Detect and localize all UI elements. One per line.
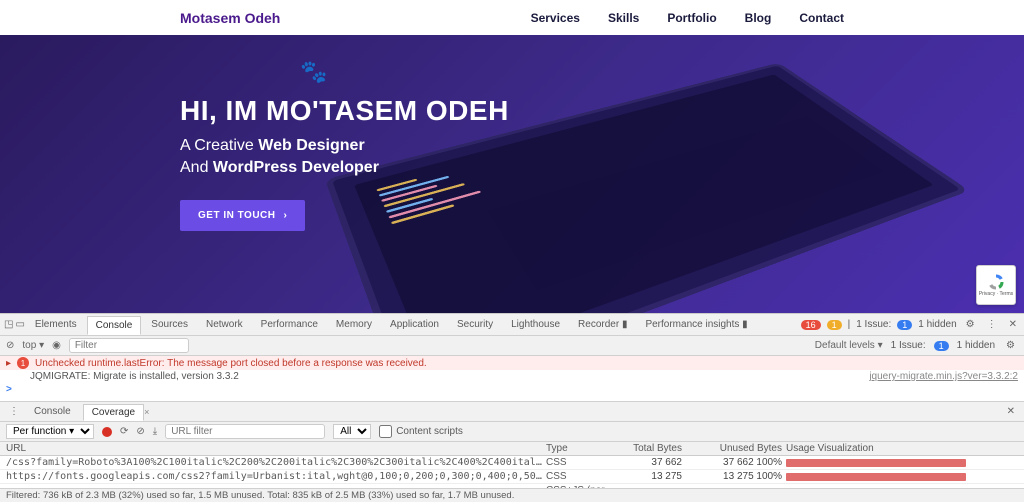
devtools-tabs: ◳ ▭ Elements Console Sources Network Per… — [0, 314, 1024, 336]
clear-console-icon[interactable]: ⊘ — [6, 340, 14, 351]
recaptcha-badge[interactable]: Privacy · Terms — [976, 265, 1016, 305]
site-brand[interactable]: Motasem Odeh — [180, 10, 280, 26]
coverage-type: CSS — [546, 457, 626, 468]
console-toolbar: ⊘ top ▾ ◉ Default levels ▾ 1 Issue: 1 1 … — [0, 336, 1024, 356]
chevron-right-icon: › — [283, 210, 287, 221]
console-info-row[interactable]: JQMIGRATE: Migrate is installed, version… — [0, 370, 1024, 383]
info-message: JQMIGRATE: Migrate is installed, version… — [30, 371, 239, 382]
tab-elements[interactable]: Elements — [27, 316, 85, 333]
clear-icon[interactable]: ⊘ — [136, 426, 144, 437]
log-levels-dropdown[interactable]: Default levels ▾ — [815, 340, 883, 351]
error-message: Unchecked runtime.lastError: The message… — [35, 358, 427, 369]
export-icon[interactable]: ⤓ — [153, 426, 157, 437]
coverage-table-header: URL Type Total Bytes Unused Bytes Usage … — [0, 442, 1024, 456]
drawer-close-icon[interactable]: ✕ — [1004, 406, 1018, 417]
hidden-label: 1 hidden — [918, 319, 956, 330]
devtools-panel: ◳ ▭ Elements Console Sources Network Per… — [0, 313, 1024, 502]
recaptcha-icon — [987, 273, 1005, 291]
site-nav-links: Services Skills Portfolio Blog Contact — [531, 11, 844, 25]
coverage-unused: 37 662 100% — [696, 457, 786, 468]
coverage-type-filter[interactable]: All — [333, 424, 371, 439]
coverage-url: https://fonts.googleapis.com/css2?family… — [6, 471, 546, 482]
kebab-menu-icon[interactable]: ⋮ — [984, 319, 1000, 330]
coverage-row[interactable]: /css?family=Roboto%3A100%2C100italic%2C2… — [0, 456, 1024, 470]
recaptcha-text: Privacy · Terms — [979, 291, 1013, 297]
website-viewport: Motasem Odeh Services Skills Portfolio B… — [0, 0, 1024, 313]
drawer-tab-close-icon[interactable]: × — [144, 407, 149, 417]
inspect-icon[interactable]: ◳ — [4, 319, 13, 330]
drawer-menu-icon[interactable]: ⋮ — [6, 406, 22, 417]
drawer-tabs: ⋮ Console Coverage × ✕ — [0, 402, 1024, 422]
tab-recorder[interactable]: Recorder ▮ — [570, 316, 635, 333]
prompt-icon: > — [6, 384, 12, 395]
tab-console[interactable]: Console — [87, 316, 142, 335]
coverage-table: URL Type Total Bytes Unused Bytes Usage … — [0, 442, 1024, 488]
content-scripts-toggle[interactable]: Content scripts — [379, 425, 463, 438]
tab-lighthouse[interactable]: Lighthouse — [503, 316, 568, 333]
nav-link-contact[interactable]: Contact — [799, 11, 844, 25]
tab-sources[interactable]: Sources — [143, 316, 196, 333]
live-expression-icon[interactable]: ◉ — [52, 340, 61, 351]
reload-icon[interactable]: ⟳ — [120, 426, 128, 437]
hidden-inline-label: 1 hidden — [957, 340, 995, 351]
console-settings-gear-icon[interactable]: ⚙ — [1003, 340, 1018, 351]
col-url[interactable]: URL — [6, 443, 546, 454]
coverage-row[interactable]: https://fonts.googleapis.com/css2?family… — [0, 470, 1024, 484]
tab-memory[interactable]: Memory — [328, 316, 380, 333]
warning-count-badge[interactable]: 1 — [827, 320, 842, 330]
issues-inline-label: 1 Issue: — [891, 340, 926, 351]
issues-label: 1 Issue: — [856, 319, 891, 330]
coverage-type: CSS — [546, 471, 626, 482]
usage-bar — [786, 459, 966, 467]
drawer-tab-coverage[interactable]: Coverage — [83, 404, 144, 421]
issue-count-badge[interactable]: 1 — [897, 320, 912, 330]
tab-security[interactable]: Security — [449, 316, 501, 333]
console-error-row[interactable]: ▸ 1 Unchecked runtime.lastError: The mes… — [0, 356, 1024, 370]
devtools-close-icon[interactable]: ✕ — [1006, 319, 1020, 330]
tab-network[interactable]: Network — [198, 316, 251, 333]
coverage-url-filter-input[interactable] — [165, 424, 325, 439]
coverage-total: 13 275 — [626, 471, 696, 482]
coverage-total: 37 662 — [626, 457, 696, 468]
record-icon[interactable] — [102, 427, 112, 437]
error-badge-icon: 1 — [17, 357, 29, 369]
context-selector[interactable]: top ▾ — [22, 340, 44, 351]
device-toggle-icon[interactable]: ▭ — [15, 319, 24, 330]
hero-subtitle: A Creative Web Designer And WordPress De… — [180, 135, 509, 178]
tab-application[interactable]: Application — [382, 316, 447, 333]
console-filter-input[interactable] — [69, 338, 189, 353]
source-link[interactable]: jquery-migrate.min.js?ver=3.3.2:2 — [869, 371, 1018, 382]
col-total[interactable]: Total Bytes — [626, 443, 696, 454]
console-prompt-row[interactable]: > — [0, 383, 1024, 396]
drawer-tab-console[interactable]: Console — [26, 404, 79, 419]
settings-gear-icon[interactable]: ⚙ — [963, 319, 978, 330]
get-in-touch-button[interactable]: GET IN TOUCH › — [180, 200, 305, 231]
paw-icon: 🐾 — [300, 59, 327, 85]
nav-link-portfolio[interactable]: Portfolio — [667, 11, 716, 25]
content-scripts-checkbox[interactable] — [379, 425, 392, 438]
coverage-status-bar: Filtered: 736 kB of 2.3 MB (32%) used so… — [0, 488, 1024, 502]
site-navbar: Motasem Odeh Services Skills Portfolio B… — [0, 0, 1024, 35]
col-unused[interactable]: Unused Bytes — [696, 443, 786, 454]
coverage-unused: 13 275 100% — [696, 471, 786, 482]
hero-section: 🐾 HI, IM MO'TASEM ODEH A Creative Web De… — [0, 35, 1024, 313]
hero-title: HI, IM MO'TASEM ODEH — [180, 95, 509, 127]
nav-link-services[interactable]: Services — [531, 11, 580, 25]
collapse-caret-icon[interactable]: ▸ — [6, 358, 11, 369]
nav-link-skills[interactable]: Skills — [608, 11, 639, 25]
tab-performance[interactable]: Performance — [253, 316, 326, 333]
col-usage[interactable]: Usage Visualization — [786, 443, 1018, 454]
error-count-badge[interactable]: 16 — [801, 320, 821, 330]
coverage-granularity-select[interactable]: Per function ▾ — [6, 424, 94, 439]
console-output: ▸ 1 Unchecked runtime.lastError: The mes… — [0, 356, 1024, 402]
tab-perf-insights[interactable]: Performance insights ▮ — [637, 316, 755, 333]
devtools-right-status: 16 1 | 1 Issue: 1 1 hidden ⚙ ⋮ ✕ — [801, 319, 1020, 330]
nav-link-blog[interactable]: Blog — [745, 11, 772, 25]
coverage-url: /css?family=Roboto%3A100%2C100italic%2C2… — [6, 457, 546, 468]
coverage-toolbar: Per function ▾ ⟳ ⊘ ⤓ All Content scripts — [0, 422, 1024, 442]
issues-inline-badge[interactable]: 1 — [934, 341, 949, 351]
col-type[interactable]: Type — [546, 443, 626, 454]
usage-bar — [786, 473, 966, 481]
